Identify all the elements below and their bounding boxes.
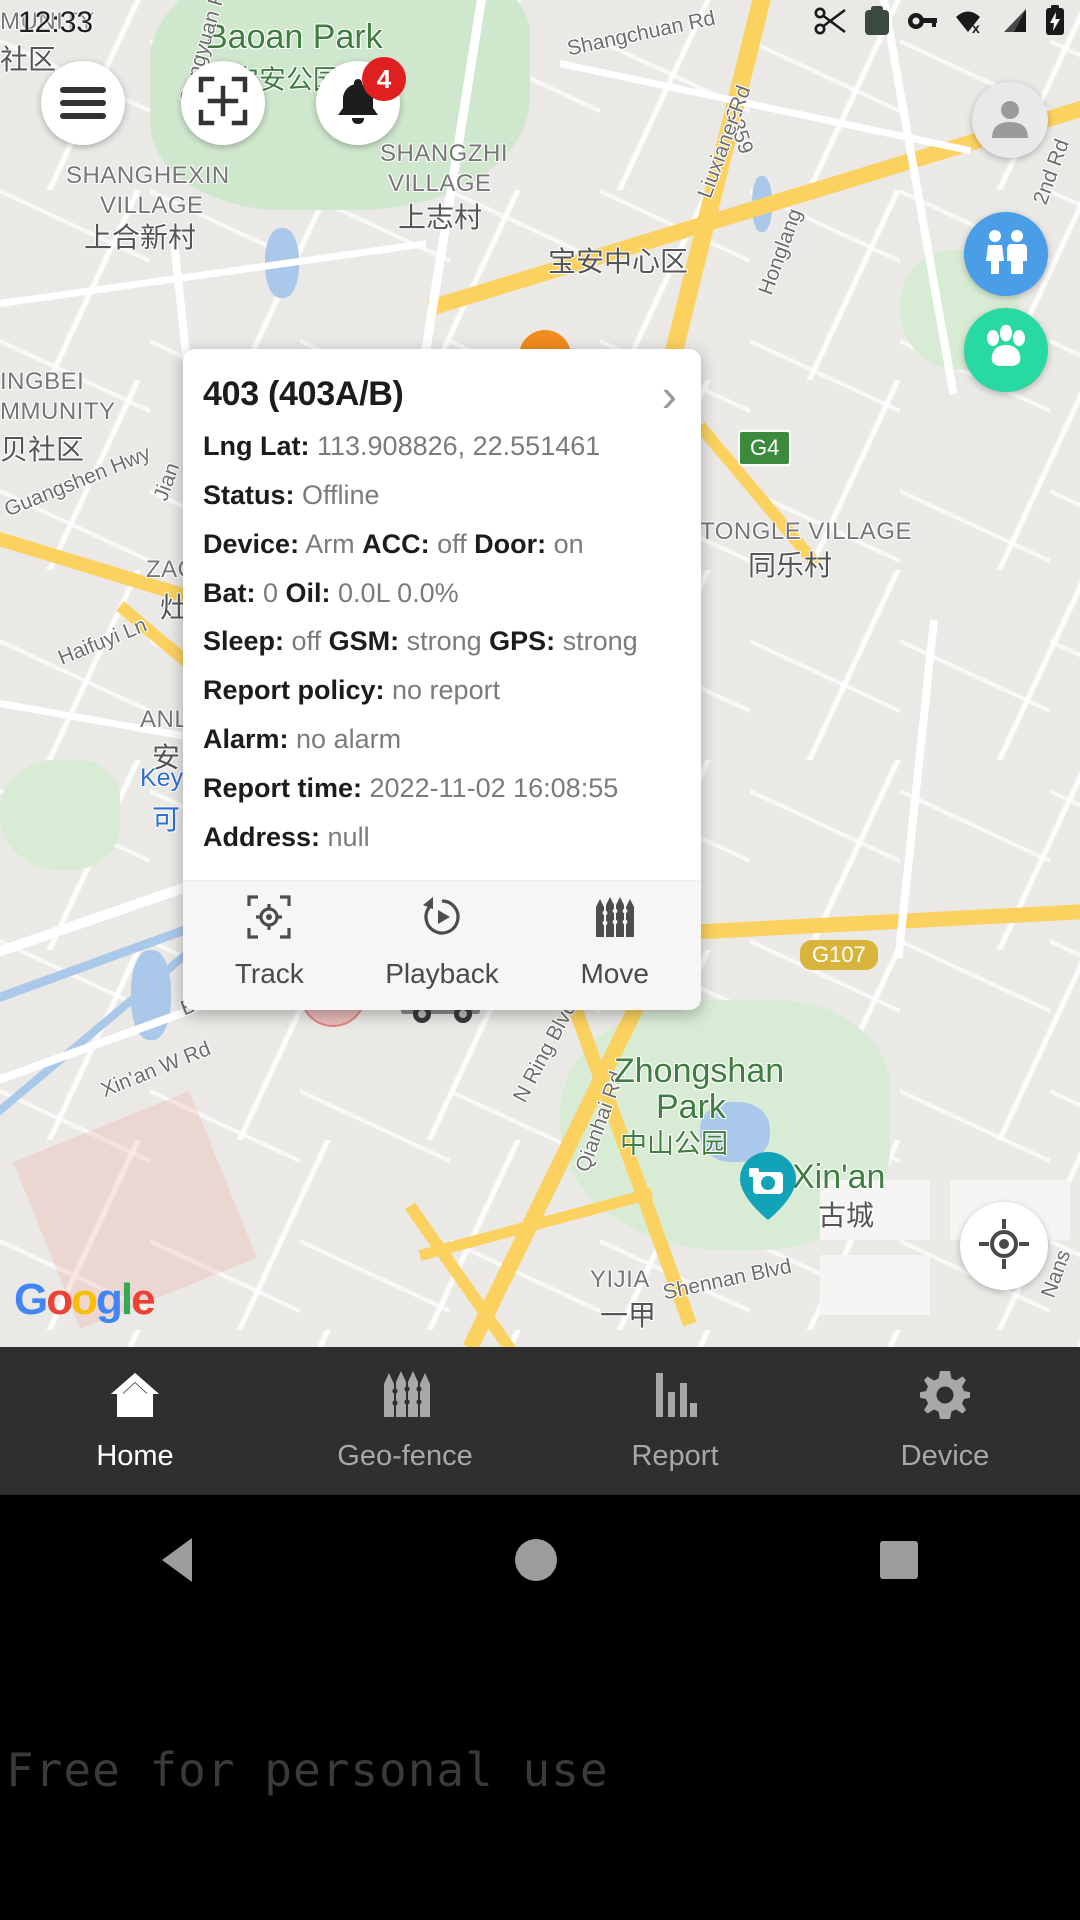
- device-detail-row: Report policy: no report: [203, 675, 501, 706]
- account-avatar-icon: [987, 95, 1033, 146]
- track-button[interactable]: Track: [183, 881, 356, 1010]
- nav-label-device: Device: [900, 1439, 990, 1472]
- move-label: Move: [580, 957, 649, 989]
- nav-label-geofence: Geo-fence: [337, 1439, 473, 1472]
- map-label: INGBEI: [0, 368, 85, 395]
- playback-label: Playback: [385, 957, 499, 989]
- map-label: 古城: [818, 1200, 875, 1231]
- vpn-key-icon: [906, 10, 938, 32]
- recents-button-icon[interactable]: [880, 1541, 919, 1579]
- people-tracking-button[interactable]: [964, 212, 1048, 296]
- map-label: 宝安中心区: [548, 246, 689, 277]
- map-label: MMUNITY: [0, 398, 116, 425]
- nav-item-device[interactable]: Device: [810, 1347, 1080, 1495]
- track-label: Track: [234, 957, 304, 989]
- svg-text:x: x: [972, 20, 980, 36]
- device-detail-row: Sleep: off GSM: strong GPS: strong: [203, 626, 638, 657]
- device-info-card[interactable]: 403 (403A/B) › Lng Lat: 113.908826, 22.5…: [183, 349, 701, 1010]
- map-label: 贝社区: [0, 434, 85, 465]
- menu-button[interactable]: [41, 61, 125, 145]
- paw-icon: [981, 324, 1031, 376]
- replay-icon: [420, 895, 464, 946]
- device-detail-row: Device: Arm ACC: off Door: on: [203, 528, 584, 559]
- fence-icon: [592, 895, 638, 946]
- device-title: 403 (403A/B): [203, 375, 404, 413]
- device-detail-row: Address: null: [203, 821, 370, 852]
- map-label: 中山公园: [620, 1129, 728, 1159]
- playback-button[interactable]: Playback: [356, 881, 529, 1010]
- map-block-3: [820, 1255, 930, 1315]
- nav-item-home[interactable]: Home: [0, 1347, 270, 1495]
- pet-tracking-button[interactable]: [964, 308, 1048, 392]
- map-label: 上志村: [398, 202, 483, 233]
- map-label: Zhongshan: [614, 1052, 785, 1090]
- highway-shield-g107: G107: [800, 940, 878, 970]
- android-system-nav: [0, 1495, 1080, 1625]
- home-icon: [109, 1370, 161, 1428]
- nav-label-report: Report: [631, 1439, 719, 1472]
- account-button[interactable]: [972, 82, 1048, 158]
- fence-icon: [379, 1370, 431, 1428]
- map-label: SHANGZHI: [380, 140, 509, 167]
- map-label: YIJIA: [590, 1266, 650, 1293]
- scissors-icon: [814, 6, 848, 36]
- map-label: 同乐村: [748, 550, 833, 581]
- scan-button[interactable]: [181, 61, 265, 145]
- nav-item-geofence[interactable]: Geo-fence: [270, 1347, 540, 1495]
- map-label: 一甲: [600, 1300, 657, 1331]
- map-label: Xin'an: [792, 1158, 886, 1196]
- my-location-button[interactable]: [960, 1202, 1048, 1290]
- notification-badge: 4: [362, 57, 406, 101]
- device-detail-row: Lng Lat: 113.908826, 22.551461: [203, 431, 601, 461]
- device-detail-row: Bat: 0 Oil: 0.0L 0.0%: [203, 577, 459, 608]
- nav-label-home: Home: [96, 1439, 174, 1472]
- bottom-navigation-bar: Home Geo-fence Report Device: [0, 1347, 1080, 1495]
- map-poi-pin-icon[interactable]: [738, 1150, 798, 1227]
- my-location-icon: [977, 1217, 1031, 1276]
- device-info-body: 403 (403A/B) › Lng Lat: 113.908826, 22.5…: [183, 349, 701, 864]
- track-crosshair-icon: [247, 895, 291, 946]
- back-button-icon[interactable]: [161, 1538, 192, 1582]
- move-button[interactable]: Move: [528, 881, 701, 1010]
- bar-chart-icon: [650, 1370, 700, 1428]
- device-detail-row: Alarm: no alarm: [203, 724, 402, 755]
- cellular-signal-icon: [1000, 6, 1030, 36]
- map-label: VILLAGE: [388, 170, 492, 197]
- map-label: SHANGHEXIN: [66, 162, 230, 189]
- device-action-bar: Track Playback Move: [183, 879, 701, 1010]
- map-label: 上合新村: [84, 222, 197, 253]
- home-button-icon[interactable]: [514, 1539, 557, 1581]
- device-info-header[interactable]: 403 (403A/B) ›: [183, 372, 701, 418]
- nav-item-report[interactable]: Report: [540, 1347, 810, 1495]
- highway-shield-g4: G4: [738, 430, 792, 466]
- scan-frame-icon: [198, 76, 248, 131]
- device-detail-row: Status: Offline: [203, 479, 380, 510]
- watermark-text: Free for personal use: [6, 1743, 609, 1797]
- map-label: Key: [140, 764, 184, 792]
- battery-charging-icon: [1044, 5, 1066, 37]
- chevron-right-icon[interactable]: ›: [662, 372, 681, 418]
- status-bar: 12:33 x: [0, 0, 1080, 46]
- status-bar-clock: 12:33: [18, 6, 94, 39]
- map-label: TONGLE VILLAGE: [700, 518, 912, 545]
- status-bar-icons: x: [814, 5, 1066, 37]
- gear-icon: [919, 1370, 971, 1428]
- green-patch-left: [0, 760, 120, 870]
- wifi-off-icon: x: [952, 6, 986, 36]
- map-label: 可: [152, 804, 181, 835]
- hamburger-menu-icon: [60, 87, 106, 119]
- people-icon: [980, 227, 1032, 282]
- map-label: ANL: [140, 706, 189, 733]
- notifications-button[interactable]: 4: [316, 57, 406, 145]
- device-detail-rows: Lng Lat: 113.908826, 22.551461 Status: Of…: [183, 431, 701, 854]
- device-detail-row: Report time: 2022-11-02 16:08:55: [203, 773, 619, 804]
- clipboard-icon: [862, 5, 892, 37]
- google-logo: Google: [14, 1275, 156, 1324]
